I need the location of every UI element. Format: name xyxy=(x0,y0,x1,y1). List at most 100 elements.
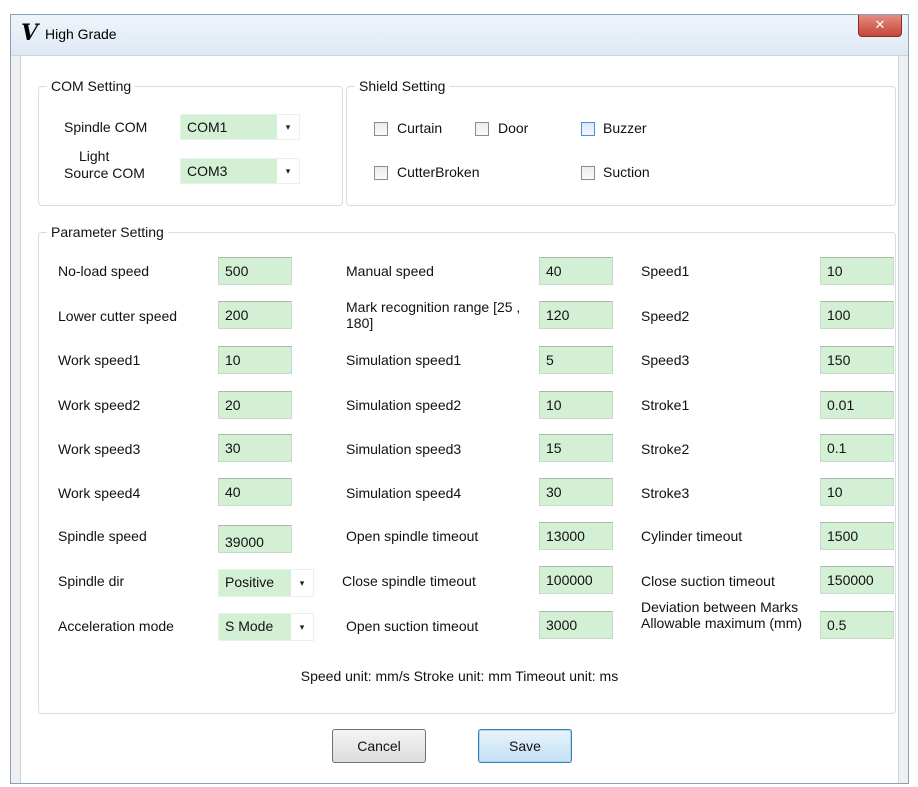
field-value: 0.01 xyxy=(827,397,855,413)
param-label: Simulation speed3 xyxy=(346,441,462,457)
param-label: Simulation speed1 xyxy=(346,352,462,368)
param-label: Mark recognition range [25 , 180] xyxy=(346,299,521,331)
param-label: Cylinder timeout xyxy=(641,528,743,544)
simulation-speed2-input[interactable]: 10 xyxy=(539,391,613,419)
mark-recognition-range-input[interactable]: 120 xyxy=(539,301,613,329)
param-label: Spindle speed xyxy=(58,528,147,544)
door-label: Door xyxy=(498,120,529,136)
app-logo-icon: V xyxy=(21,20,39,46)
save-button[interactable]: Save xyxy=(478,729,572,763)
param-label: Work speed3 xyxy=(58,441,141,457)
door-checkbox[interactable] xyxy=(475,122,489,136)
work-speed3-input[interactable]: 30 xyxy=(218,434,292,462)
stroke3-input[interactable]: 10 xyxy=(820,478,894,506)
param-label: Stroke2 xyxy=(641,441,690,457)
chevron-down-icon[interactable]: ▾ xyxy=(291,614,313,640)
param-label: Speed2 xyxy=(641,308,690,324)
speed3-input[interactable]: 150 xyxy=(820,346,894,374)
field-value: 30 xyxy=(546,484,562,500)
field-value: 39000 xyxy=(225,534,264,550)
spindle-dir-value: Positive xyxy=(225,574,275,590)
curtain-label: Curtain xyxy=(397,120,443,136)
cutterbroken-label: CutterBroken xyxy=(397,164,480,180)
curtain-checkbox[interactable] xyxy=(374,122,388,136)
spindle-dir-select[interactable]: Positive ▾ xyxy=(218,569,314,597)
param-label: Work speed4 xyxy=(58,485,141,501)
chevron-down-icon[interactable]: ▾ xyxy=(277,159,299,183)
field-value: 10 xyxy=(827,484,843,500)
acceleration-mode-select[interactable]: S Mode ▾ xyxy=(218,613,314,641)
buzzer-checkbox[interactable] xyxy=(581,122,595,136)
param-label: Stroke3 xyxy=(641,485,690,501)
field-value: 150000 xyxy=(827,572,874,588)
field-value: 0.1 xyxy=(827,440,847,456)
manual-speed-input[interactable]: 40 xyxy=(539,257,613,285)
lower-cutter-speed-input[interactable]: 200 xyxy=(218,301,292,329)
suction-checkbox[interactable] xyxy=(581,166,595,180)
shield-setting-legend: Shield Setting xyxy=(359,78,446,94)
dialog-body: COM Setting Spindle COM COM1 ▾ Light Sou… xyxy=(20,56,899,783)
field-value: 150 xyxy=(827,352,851,368)
work-speed1-input[interactable]: 10 xyxy=(218,346,292,374)
field-value: 10 xyxy=(546,397,562,413)
close-button[interactable]: ✕ xyxy=(858,15,902,37)
close-icon: ✕ xyxy=(874,17,886,32)
open-spindle-timeout-input[interactable]: 13000 xyxy=(539,522,613,550)
field-value: 15 xyxy=(546,440,562,456)
title-bar[interactable]: V High Grade ✕ xyxy=(11,15,908,56)
speed1-input[interactable]: 10 xyxy=(820,257,894,285)
open-suction-timeout-input[interactable]: 3000 xyxy=(539,611,613,639)
param-label: Manual speed xyxy=(346,263,434,279)
light-source-com-label-line1: Light xyxy=(79,148,110,164)
chevron-down-icon[interactable]: ▾ xyxy=(291,570,313,596)
spindle-com-label: Spindle COM xyxy=(64,119,148,135)
param-label: Speed3 xyxy=(641,352,690,368)
spindle-speed-input[interactable]: 39000 xyxy=(218,525,292,553)
stroke1-input[interactable]: 0.01 xyxy=(820,391,894,419)
parameter-setting-group: Parameter Setting xyxy=(38,224,896,714)
field-value: 10 xyxy=(225,352,241,368)
field-value: 5 xyxy=(546,352,554,368)
param-label: Close spindle timeout xyxy=(342,573,476,589)
param-label: Acceleration mode xyxy=(58,618,174,634)
field-value: 3000 xyxy=(546,617,578,633)
param-label: Deviation between Marks Allowable maximu… xyxy=(641,599,803,631)
param-label: No-load speed xyxy=(58,263,150,279)
stroke2-input[interactable]: 0.1 xyxy=(820,434,894,462)
spindle-com-value: COM1 xyxy=(187,119,228,135)
spindle-com-select[interactable]: COM1 ▾ xyxy=(180,114,300,140)
field-value: 30 xyxy=(225,440,241,456)
work-speed4-input[interactable]: 40 xyxy=(218,478,292,506)
cancel-button[interactable]: Cancel xyxy=(332,729,426,763)
cutterbroken-checkbox[interactable] xyxy=(374,166,388,180)
field-value: 1500 xyxy=(827,528,859,544)
param-label: Open spindle timeout xyxy=(346,528,479,544)
light-source-com-select[interactable]: COM3 ▾ xyxy=(180,158,300,184)
close-suction-timeout-input[interactable]: 150000 xyxy=(820,566,894,594)
parameter-setting-legend: Parameter Setting xyxy=(51,224,164,240)
simulation-speed3-input[interactable]: 15 xyxy=(539,434,613,462)
work-speed2-input[interactable]: 20 xyxy=(218,391,292,419)
speed2-input[interactable]: 100 xyxy=(820,301,894,329)
field-value: 20 xyxy=(225,397,241,413)
simulation-speed1-input[interactable]: 5 xyxy=(539,346,613,374)
close-spindle-timeout-input[interactable]: 100000 xyxy=(539,566,613,594)
dialog-window: V High Grade ✕ COM Setting Spindle COM C… xyxy=(10,14,909,784)
param-label: Spindle dir xyxy=(58,573,125,589)
field-value: 10 xyxy=(827,263,843,279)
param-label: Stroke1 xyxy=(641,397,690,413)
field-value: 120 xyxy=(546,307,570,323)
deviation-allowable-input[interactable]: 0.5 xyxy=(820,611,894,639)
param-label: Simulation speed2 xyxy=(346,397,462,413)
field-value: 0.5 xyxy=(827,617,847,633)
param-label: Lower cutter speed xyxy=(58,308,178,324)
no-load-speed-input[interactable]: 500 xyxy=(218,257,292,285)
chevron-down-icon[interactable]: ▾ xyxy=(277,115,299,139)
field-value: 100 xyxy=(827,307,851,323)
cylinder-timeout-input[interactable]: 1500 xyxy=(820,522,894,550)
param-label: Close suction timeout xyxy=(641,573,775,589)
field-value: 40 xyxy=(546,263,562,279)
field-value: 200 xyxy=(225,307,249,323)
param-label: Open suction timeout xyxy=(346,618,479,634)
simulation-speed4-input[interactable]: 30 xyxy=(539,478,613,506)
